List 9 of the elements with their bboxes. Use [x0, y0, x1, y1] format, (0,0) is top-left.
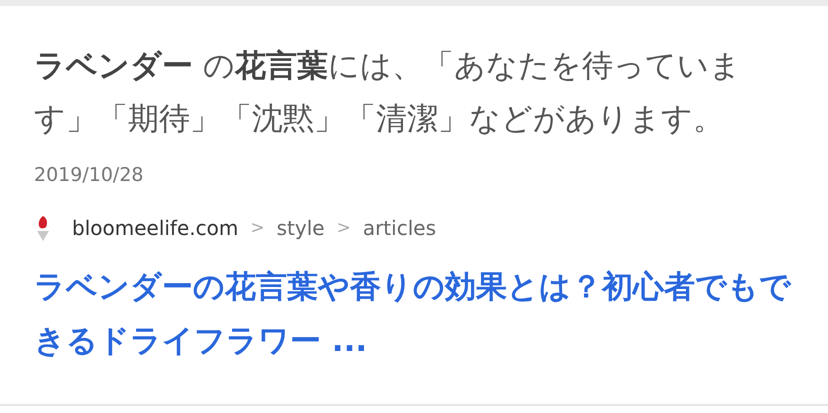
site-domain: bloomeelife.com [72, 216, 238, 240]
separator-text: > [250, 218, 265, 238]
result-title-link[interactable]: ラベンダーの花言葉や香りの効果とは？初心者でもできるドライフラワー ... [34, 260, 794, 368]
favicon-icon [34, 214, 52, 242]
breadcrumb-item: style [276, 216, 325, 240]
snippet-text: ラベンダー の花言葉には、「あなたを待っています」「期待」「沈黙」「清潔」などがあります。 [34, 47, 742, 139]
date-text: 2019/10/28 [34, 164, 145, 186]
breadcrumb-item: articles [362, 216, 436, 240]
separator-text: > [336, 218, 351, 238]
